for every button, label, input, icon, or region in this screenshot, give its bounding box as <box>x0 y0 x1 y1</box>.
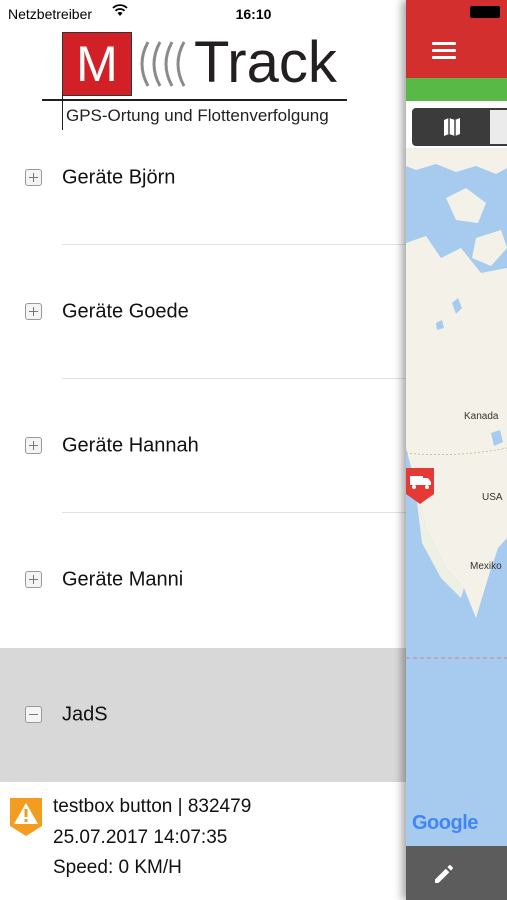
group-label: JadS <box>62 703 108 726</box>
collapse-icon[interactable] <box>25 706 42 723</box>
truck-icon[interactable] <box>406 466 436 506</box>
map-label-mexico: Mexiko <box>470 561 502 572</box>
status-strip <box>406 78 507 101</box>
menu-icon[interactable] <box>432 42 456 60</box>
group-geraete-bjoern[interactable]: Geräte Björn <box>0 111 406 245</box>
warning-icon <box>10 798 42 836</box>
logo-name: Track <box>194 30 337 95</box>
google-logo: Google <box>412 812 478 834</box>
device-item[interactable]: testbox button | 832479 25.07.2017 14:07… <box>0 782 406 900</box>
logo-underline <box>42 99 347 101</box>
map-view-segment[interactable] <box>414 110 490 144</box>
map-label-usa: USA <box>482 492 503 503</box>
group-label: Geräte Björn <box>62 166 176 189</box>
pencil-icon[interactable] <box>432 862 456 886</box>
expand-icon[interactable] <box>25 437 42 454</box>
map-label-canada: Kanada <box>464 411 499 422</box>
battery-icon <box>470 6 500 18</box>
group-geraete-hannah[interactable]: Geräte Hannah <box>0 379 406 513</box>
group-geraete-manni[interactable]: Geräte Manni <box>0 513 406 647</box>
view-toggle[interactable] <box>412 108 507 146</box>
signal-waves-icon <box>140 41 186 87</box>
group-label: Geräte Manni <box>62 568 184 591</box>
device-drawer: M Track GPS-Ortung und Flottenverfolgung… <box>0 28 406 900</box>
device-speed: Speed: 0 KM/H <box>53 857 182 878</box>
group-geraete-goede[interactable]: Geräte Goede <box>0 245 406 379</box>
logo-letter: M <box>62 32 132 96</box>
group-label: Geräte Goede <box>62 300 189 323</box>
status-bar: Netzbetreiber 16:10 <box>0 0 507 28</box>
expand-icon[interactable] <box>25 571 42 588</box>
map-view[interactable]: Kanada USA Mexiko Google <box>406 148 507 846</box>
map-icon <box>444 118 460 136</box>
device-timestamp: 25.07.2017 14:07:35 <box>53 827 228 848</box>
expand-icon[interactable] <box>25 303 42 320</box>
bottom-bar <box>406 846 507 900</box>
group-label: Geräte Hannah <box>62 434 199 457</box>
group-jads[interactable]: JadS <box>0 648 406 782</box>
clock: 16:10 <box>235 6 272 22</box>
expand-icon[interactable] <box>25 169 42 186</box>
map-panel: Kanada USA Mexiko Google <box>406 0 507 900</box>
device-name: testbox button | 832479 <box>53 796 252 817</box>
